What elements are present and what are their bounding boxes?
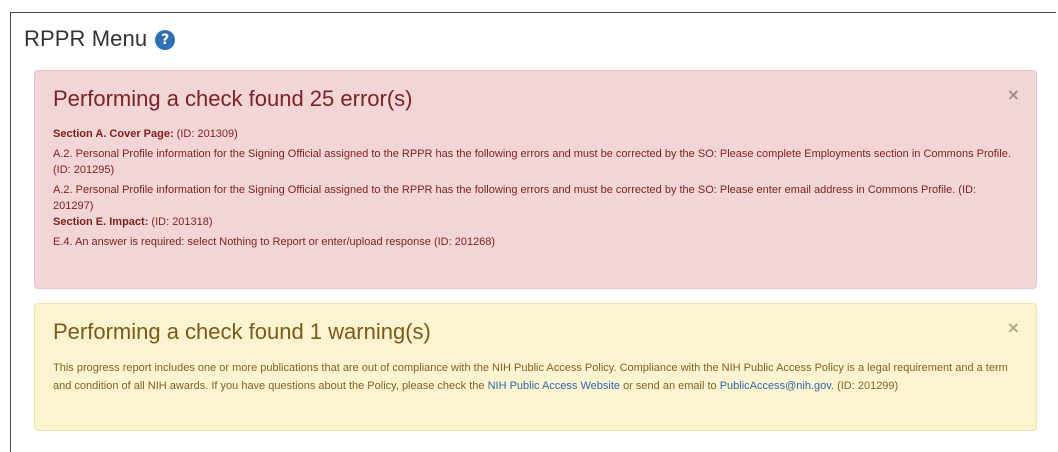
section-a-label: Section A. Cover Page:: [53, 128, 174, 140]
section-a-id: (ID: 201309): [173, 128, 238, 140]
page-header: RPPR Menu ?: [24, 26, 176, 52]
error-section-a: Section A. Cover Page: (ID: 201309): [53, 126, 1018, 142]
warning-close-button[interactable]: ×: [1007, 318, 1020, 337]
warning-heading: Performing a check found 1 warning(s): [53, 319, 431, 344]
warning-text-3: . (ID: 201299): [830, 380, 899, 392]
error-item-1: A.2. Personal Profile information for th…: [53, 148, 1011, 176]
error-item-3: E.4. An answer is required: select Nothi…: [53, 236, 496, 248]
error-heading: Performing a check found 25 error(s): [53, 86, 413, 111]
warning-alert: × Performing a check found 1 warning(s) …: [34, 303, 1037, 431]
help-icon[interactable]: ?: [155, 30, 176, 50]
error-alert: × Performing a check found 25 error(s) S…: [34, 70, 1037, 289]
warning-text-2: or send an email to: [620, 380, 720, 392]
section-e-id: (ID: 201318): [148, 216, 213, 228]
error-item-2: A.2. Personal Profile information for th…: [53, 184, 977, 212]
error-close-button[interactable]: ×: [1007, 85, 1020, 104]
error-section-e: Section E. Impact: (ID: 201318): [53, 214, 1018, 230]
public-access-website-link[interactable]: NIH Public Access Website: [488, 380, 620, 392]
warning-message: This progress report includes one or mor…: [53, 359, 1018, 395]
section-e-label: Section E. Impact:: [53, 216, 149, 228]
public-access-email-link[interactable]: PublicAccess@nih.gov: [720, 380, 831, 392]
page-title: RPPR Menu: [24, 26, 148, 51]
